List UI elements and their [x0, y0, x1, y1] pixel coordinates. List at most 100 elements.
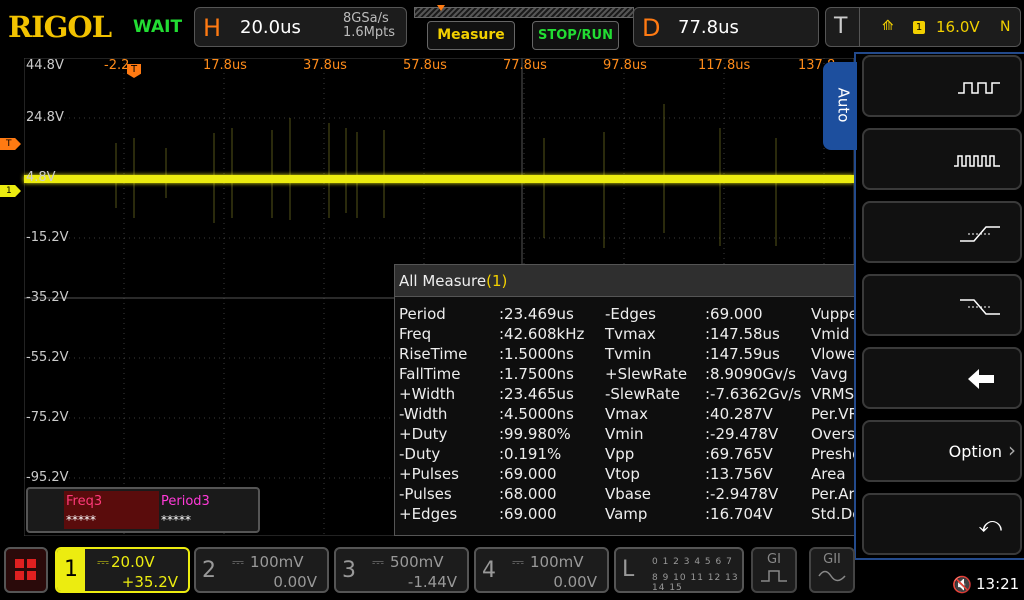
time-label: 57.8us: [403, 58, 447, 73]
channel-2-button[interactable]: 2 ⎓ 100mV 0.00V: [194, 547, 329, 593]
mute-speaker-icon[interactable]: 🔇: [952, 575, 972, 594]
time-label: 117.8us: [698, 58, 751, 73]
home-button[interactable]: [4, 547, 48, 593]
measure-value: :69.000: [499, 505, 557, 523]
channel-3-button[interactable]: 3 ⎓ 500mV -1.44V: [334, 547, 469, 593]
trigger-divider: [859, 8, 860, 46]
measure-name: Area: [811, 465, 846, 483]
undo-button[interactable]: ⤺: [862, 493, 1022, 555]
channel-1-offset-marker[interactable]: 1: [0, 185, 21, 197]
trigger-source: 1: [913, 21, 925, 34]
delay-value: 77.8us: [678, 17, 739, 38]
measure-name: VRMS: [811, 385, 855, 403]
measure-value: :99.980%: [499, 425, 571, 443]
measure-value: :0.191%: [499, 445, 562, 463]
stop-run-button[interactable]: STOP/RUN: [532, 21, 619, 50]
logic-label: L: [622, 557, 635, 582]
measure-name: -Duty: [399, 445, 441, 463]
generator-1-button[interactable]: GI: [751, 547, 797, 593]
logic-analyzer-button[interactable]: L 0 1 2 3 4 5 6 7 8 9 10 11 12 13 14 15: [614, 547, 744, 593]
measure-value: :-2.9478V: [705, 485, 779, 503]
time-label: 97.8us: [603, 58, 647, 73]
channel-offset: 0.00V: [273, 573, 317, 591]
chevron-right-icon: ›: [1008, 438, 1016, 462]
delay-box[interactable]: D 77.8us: [633, 7, 819, 47]
channel-1-trace: [24, 175, 854, 183]
measure-value: :23.469us: [499, 305, 574, 323]
back-arrow-icon: [968, 369, 994, 389]
measure-name: -SlewRate: [605, 385, 680, 403]
dc-coupling-icon: ⎓: [372, 553, 384, 571]
measure-name: Std.Dev: [811, 505, 855, 523]
pulse-icon: [958, 82, 1000, 94]
trigger-letter: T: [834, 14, 848, 39]
rising-edge-icon: ⟰: [882, 18, 894, 34]
voltage-label: 4.8V: [26, 170, 56, 185]
channel-offset: +35.2V: [121, 573, 178, 591]
rising-edge-icon: [960, 226, 1000, 242]
generator-label: GII: [823, 552, 841, 567]
voltage-label: -95.2V: [26, 470, 69, 485]
trigger-level-marker[interactable]: T: [0, 138, 21, 150]
all-measure-panel[interactable]: All Measure(1) Period:23.469us Freq:42.60…: [394, 264, 856, 536]
memory-trigger-pointer: [437, 5, 445, 11]
panel-title-count: (1): [486, 272, 508, 290]
measure-name: Vtop: [605, 465, 640, 483]
logic-bits-high: 8 9 10 11 12 13 14 15: [652, 573, 739, 593]
counter-value: *****: [66, 513, 96, 527]
option-button[interactable]: Option ›: [862, 420, 1022, 482]
dc-coupling-icon: ⎓: [232, 553, 244, 571]
memory-position-strip: [414, 7, 634, 18]
undo-icon: ⤺: [978, 513, 1002, 538]
measure-name: +SlewRate: [605, 365, 688, 383]
frequency-counter[interactable]: Freq3 ***** Period3 *****: [26, 487, 260, 533]
measure-name: -Edges: [605, 305, 656, 323]
auto-tab[interactable]: Auto: [823, 62, 857, 150]
dc-coupling-icon: ⎓: [512, 553, 524, 571]
measure-value: :8.9090Gv/s: [705, 365, 796, 383]
measure-name: +Pulses: [399, 465, 459, 483]
generator-2-button[interactable]: GII: [809, 547, 855, 593]
horizontal-timebase[interactable]: H 20.0us 8GSa/s 1.6Mpts: [194, 7, 407, 47]
period-measure-button[interactable]: [862, 55, 1022, 117]
fall-time-button[interactable]: [862, 274, 1022, 336]
trigger-box[interactable]: T ⟰ 1 16.0V N: [825, 7, 1021, 47]
measure-button[interactable]: Measure: [427, 21, 515, 50]
measure-name: Vmax: [605, 405, 648, 423]
time-label: 77.8us: [503, 58, 547, 73]
run-state: WAIT: [133, 17, 183, 37]
back-button[interactable]: [862, 347, 1022, 409]
dc-coupling-icon: ⎓: [97, 553, 109, 571]
trigger-mode: N: [1000, 19, 1011, 35]
clock: 13:21: [976, 575, 1020, 593]
rise-time-button[interactable]: [862, 201, 1022, 263]
channel-offset: 0.00V: [553, 573, 597, 591]
measure-value: :13.756V: [705, 465, 773, 483]
time-label: 37.8us: [303, 58, 347, 73]
time-label: -2.2: [104, 58, 130, 73]
sample-rate: 8GSa/s: [343, 11, 389, 26]
channel-1-button[interactable]: 1 ⎓ 20.0V +35.2V: [55, 547, 190, 593]
voltage-label: -35.2V: [26, 290, 69, 305]
falling-edge-icon: [960, 299, 1000, 315]
measure-name: Vavg: [811, 365, 848, 383]
measure-value: :-7.6362Gv/s: [705, 385, 802, 403]
voltage-label: -55.2V: [26, 350, 69, 365]
logic-bits-low: 0 1 2 3 4 5 6 7: [652, 557, 733, 567]
sample-info: 8GSa/s 1.6Mpts: [343, 12, 395, 40]
panel-title-text: All Measure: [399, 272, 487, 290]
measure-value: :4.5000ns: [499, 405, 574, 423]
measure-name: Per.Area: [811, 485, 855, 503]
measure-value: :68.000: [499, 485, 557, 503]
measure-name: Tvmax: [605, 325, 656, 343]
measure-value: :23.465us: [499, 385, 574, 403]
measure-value: :69.000: [705, 305, 763, 323]
measure-name: Vmid: [811, 325, 850, 343]
channel-4-button[interactable]: 4 ⎓ 100mV 0.00V: [474, 547, 609, 593]
measure-name: +Width: [399, 385, 456, 403]
counter-label: Period3: [161, 494, 210, 509]
measure-name: +Edges: [399, 505, 458, 523]
channel-scale: 100mV: [250, 553, 304, 571]
freq-measure-button[interactable]: [862, 128, 1022, 190]
timebase-value: 20.0us: [240, 17, 301, 38]
